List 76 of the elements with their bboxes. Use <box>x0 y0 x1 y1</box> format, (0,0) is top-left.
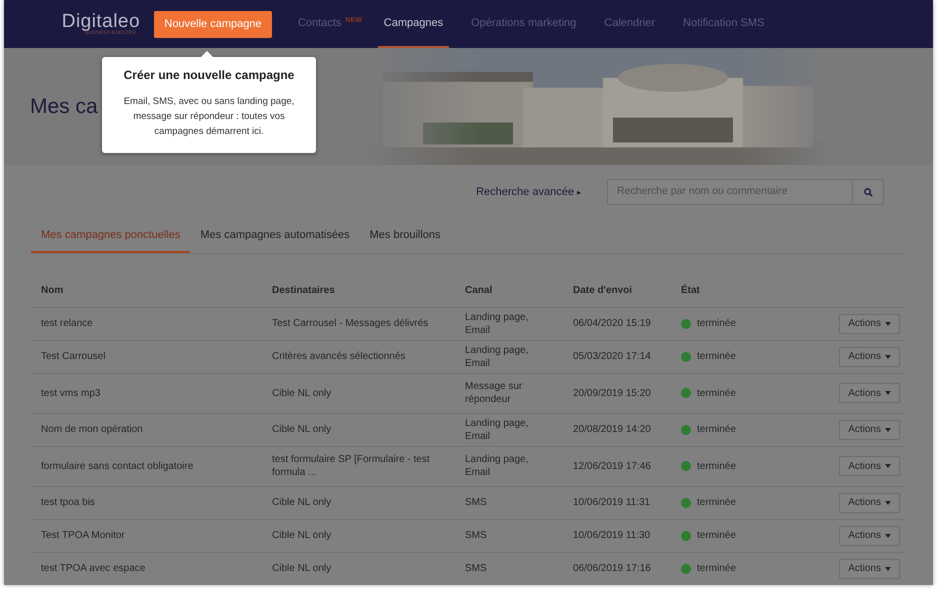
status-text: terminée <box>697 317 736 331</box>
table-cell: 20/09/2019 15:20 <box>563 373 671 413</box>
table-cell: Landing page, Email <box>455 307 563 340</box>
tooltip-text: Email, SMS, avec ou sans landing page, message sur répondeur : toutes vos campagnes démarrent ici. <box>122 95 296 139</box>
table-cell: 20/08/2019 14:20 <box>563 413 671 446</box>
tab[interactable]: Mes campagnes automatisées <box>190 219 360 253</box>
tooltip-title: Créer une nouvelle campagne <box>124 67 294 84</box>
actions-button[interactable]: Actions <box>839 346 900 366</box>
actions-button[interactable]: Actions <box>839 383 900 403</box>
table-cell: 10/06/2019 11:30 <box>563 519 671 552</box>
caret-icon <box>885 500 891 504</box>
table-cell: Test Carrousel <box>31 340 262 373</box>
table-cell: Landing page, Email <box>455 446 563 486</box>
actions-button[interactable]: Actions <box>839 456 900 476</box>
column-header: Destinataires <box>262 274 455 307</box>
table-cell: test vms mp3 <box>31 373 262 413</box>
status-text: terminée <box>697 496 736 510</box>
actions-button[interactable]: Actions <box>839 492 900 512</box>
table-cell: Message sur répondeur <box>455 373 563 413</box>
nav-link[interactable]: Opérations marketing <box>465 0 582 48</box>
page-title: Mes ca <box>30 94 98 120</box>
table-cell: Test TPOA Monitor <box>31 519 262 552</box>
table-cell: formulaire sans contact obligatoire <box>31 446 262 486</box>
status-text: terminée <box>697 350 736 364</box>
table-cell: Test Carrousel - Messages délivrés <box>262 307 455 340</box>
tab[interactable]: Mes campagnes ponctuelles <box>31 219 190 253</box>
caret-icon <box>885 428 891 432</box>
column-header: État <box>671 274 826 307</box>
caret-icon <box>885 391 891 395</box>
search-button[interactable] <box>853 179 884 205</box>
table-cell: Cible NL only <box>262 413 455 446</box>
nav-link[interactable]: Calendrier <box>598 0 662 48</box>
nav-link[interactable]: Notification SMS <box>677 0 770 48</box>
table-cell: 06/06/2019 17:16 <box>563 552 671 585</box>
table-cell: test tpoa bis <box>31 486 262 519</box>
table-cell: SMS <box>455 552 563 585</box>
table-cell: Critères avancés sélectionnés <box>262 340 455 373</box>
tab[interactable]: Mes brouillons <box>360 219 451 253</box>
table-cell: SMS <box>455 486 563 519</box>
table-cell: test TPOA avec espace <box>31 552 262 585</box>
table-cell: SMS <box>455 519 563 552</box>
caret-icon <box>885 464 891 468</box>
status-text: terminée <box>697 386 736 400</box>
actions-button[interactable]: Actions <box>839 526 900 546</box>
actions-button[interactable]: Actions <box>839 420 900 440</box>
status-text: terminée <box>697 529 736 543</box>
table-cell: 06/04/2020 15:19 <box>563 307 671 340</box>
column-header: Date d'envoi <box>563 274 671 307</box>
table-cell: 05/03/2020 17:14 <box>563 340 671 373</box>
table-cell: Cible NL only <box>262 552 455 585</box>
table-cell: Nom de mon opération <box>31 413 262 446</box>
caret-icon <box>885 566 891 571</box>
caret-icon <box>885 534 891 538</box>
table-cell: Cible NL only <box>262 486 455 519</box>
table-cell: 10/06/2019 11:31 <box>563 486 671 519</box>
status-text: terminée <box>697 423 736 437</box>
logo: Digitaleo <box>62 12 140 31</box>
nav-link[interactable]: Contacts <box>292 0 348 48</box>
table-cell: Landing page, Email <box>455 413 563 446</box>
search-icon <box>864 188 872 196</box>
table-cell: Cible NL only <box>262 373 455 413</box>
advanced-search-link[interactable]: Recherche avancée ▸ <box>476 184 581 200</box>
actions-button[interactable]: Actions <box>839 314 900 334</box>
caret-icon <box>885 322 891 326</box>
status-text: terminée <box>697 460 736 474</box>
actions-button[interactable]: Actions <box>839 558 900 579</box>
new-campaign-button[interactable]: Nouvelle campagne <box>154 11 272 38</box>
caret-icon <box>885 354 891 358</box>
column-header: Nom <box>31 274 262 307</box>
column-header: Canal <box>455 274 563 307</box>
table-cell: Cible NL only <box>262 519 455 552</box>
status-text: terminée <box>697 562 736 576</box>
table-cell: 12/06/2019 17:46 <box>563 446 671 486</box>
table-cell: Landing page, Email <box>455 340 563 373</box>
table-cell: test formulaire SP [Formulaire - test formula ... <box>262 446 455 486</box>
table-cell: test relance <box>31 307 262 340</box>
